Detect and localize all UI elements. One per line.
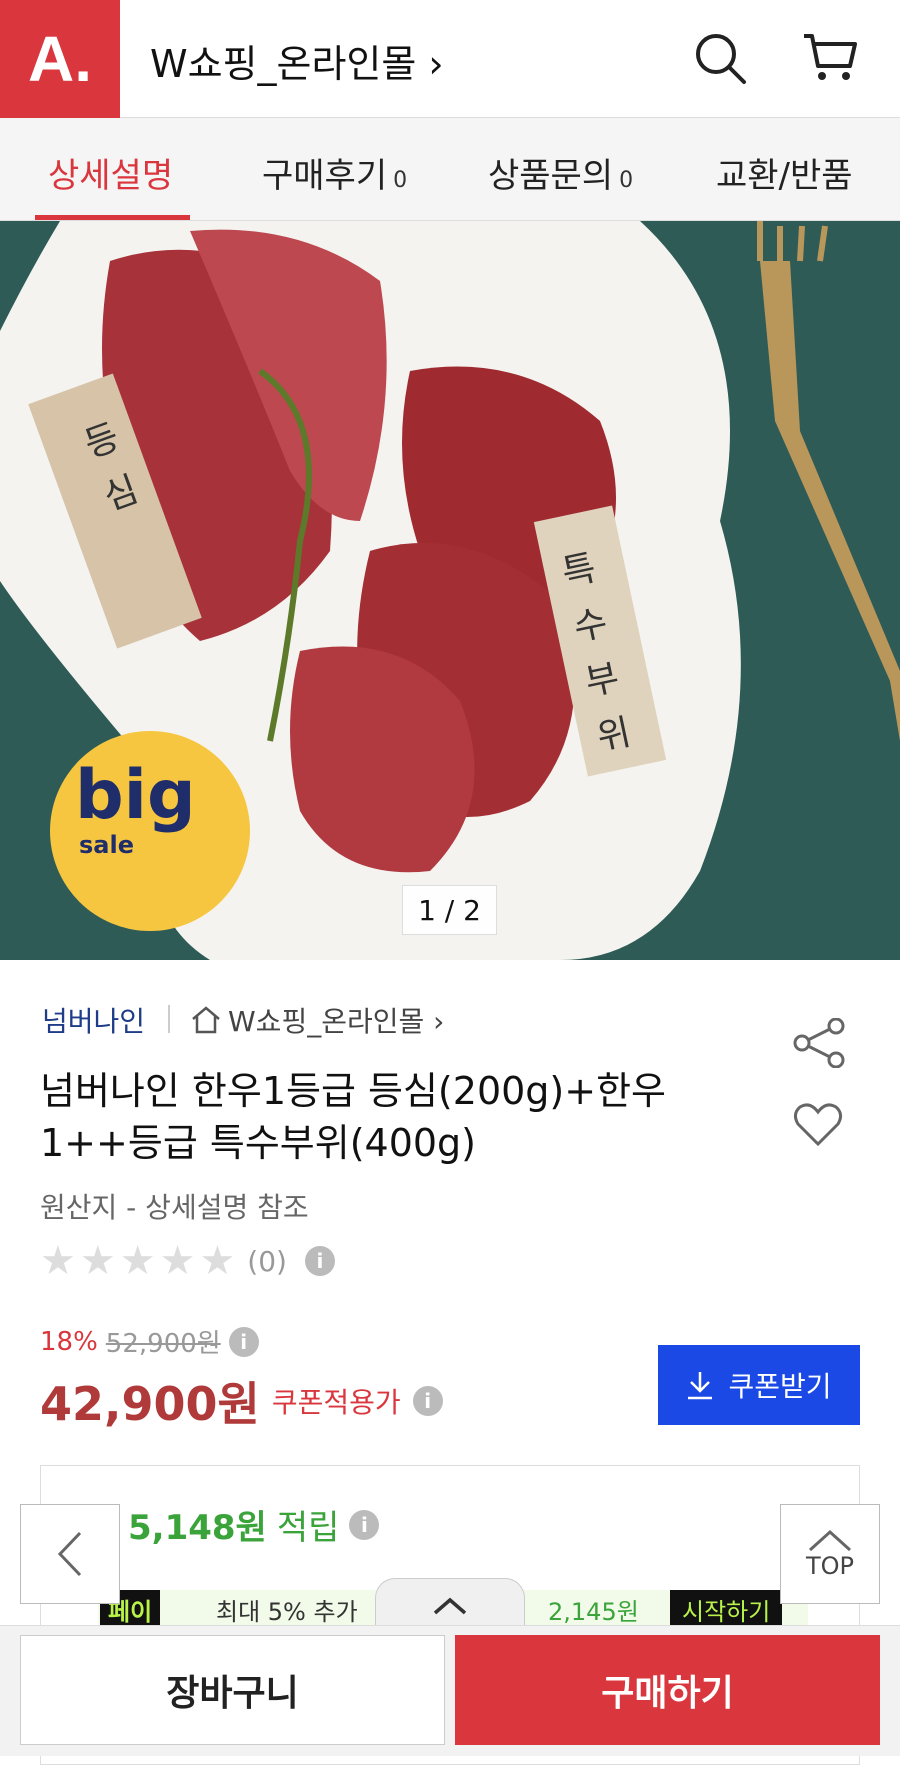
final-price: 42,900원	[40, 1377, 260, 1431]
product-title: 넘버나인 한우1등급 등심(200g)+한우1++등급 특수부위(400g)	[40, 1069, 666, 1165]
brand-link[interactable]: 넘버나인	[42, 1000, 145, 1040]
app-header: A. W쇼핑_온라인몰 ›	[0, 0, 900, 118]
download-icon	[688, 1372, 713, 1400]
chevron-up-icon	[808, 1529, 852, 1552]
tab-reviews[interactable]: 구매후기 0	[262, 148, 407, 197]
original-price: 52,900원	[105, 1329, 221, 1359]
tab-inquiry[interactable]: 상품문의 0	[488, 148, 633, 197]
discount-percent: 18%	[40, 1326, 98, 1357]
add-to-cart-button[interactable]: 장바구니	[20, 1635, 445, 1745]
info-icon[interactable]: i	[228, 1326, 259, 1357]
rating[interactable]: ★ ★ ★ ★ ★ (0) i	[40, 1238, 335, 1284]
home-icon	[192, 1006, 220, 1034]
heart-icon[interactable]	[792, 1102, 844, 1148]
coupon-label: 쿠폰받기	[728, 1370, 832, 1403]
info-icon[interactable]: i	[304, 1246, 335, 1276]
info-icon[interactable]: i	[349, 1509, 380, 1540]
store-link[interactable]: W쇼핑_온라인몰 ›	[190, 1000, 444, 1040]
tab-detail[interactable]: 상세설명	[48, 148, 173, 197]
big-sale-badge: big sale	[75, 756, 196, 860]
search-icon[interactable]	[690, 28, 750, 88]
chevron-up-icon	[433, 1597, 467, 1615]
points-amount: 5,148원	[128, 1508, 267, 1548]
rating-count: (0)	[247, 1244, 287, 1278]
star-rating: ★ ★ ★ ★ ★	[40, 1238, 236, 1284]
tab-exchange[interactable]: 교환/반품	[716, 148, 853, 197]
price-row: 42,900원 쿠폰적용가 i	[40, 1368, 443, 1434]
cart-icon[interactable]	[800, 28, 860, 88]
scroll-top-button[interactable]: TOP	[780, 1504, 880, 1604]
product-tabs: 상세설명 구매후기 0 상품문의 0 교환/반품	[0, 118, 900, 221]
points-label: 적립	[276, 1508, 340, 1548]
store-link-label: W쇼핑_온라인몰 ›	[228, 1005, 445, 1038]
product-image-carousel[interactable]: 등심 특수부위 big sale	[0, 221, 900, 960]
price-note: 쿠폰적용가	[271, 1386, 401, 1419]
promo-start-button[interactable]: 시작하기	[670, 1590, 783, 1629]
points-row: 5,148원 적립 i	[128, 1500, 380, 1549]
info-icon[interactable]: i	[412, 1386, 443, 1416]
chevron-left-icon	[57, 1531, 82, 1577]
store-title-link[interactable]: W쇼핑_온라인몰 ›	[150, 33, 444, 88]
logo[interactable]: A.	[0, 0, 120, 118]
origin-text: 원산지 - 상세설명 참조	[40, 1191, 309, 1224]
share-icon[interactable]	[792, 1018, 854, 1068]
carousel-pager: 1 / 2	[402, 885, 497, 935]
promo-amount: 2,145원	[548, 1598, 639, 1626]
active-tab-indicator	[35, 215, 190, 220]
back-button[interactable]	[20, 1504, 120, 1604]
promo-text: 최대 5% 추가	[216, 1598, 358, 1626]
discount-row: 18% 52,900원 i	[40, 1323, 259, 1360]
coupon-download-button[interactable]: 쿠폰받기	[658, 1345, 860, 1425]
buy-now-button[interactable]: 구매하기	[455, 1635, 880, 1745]
divider	[168, 1005, 170, 1033]
top-label: TOP	[805, 1552, 855, 1580]
